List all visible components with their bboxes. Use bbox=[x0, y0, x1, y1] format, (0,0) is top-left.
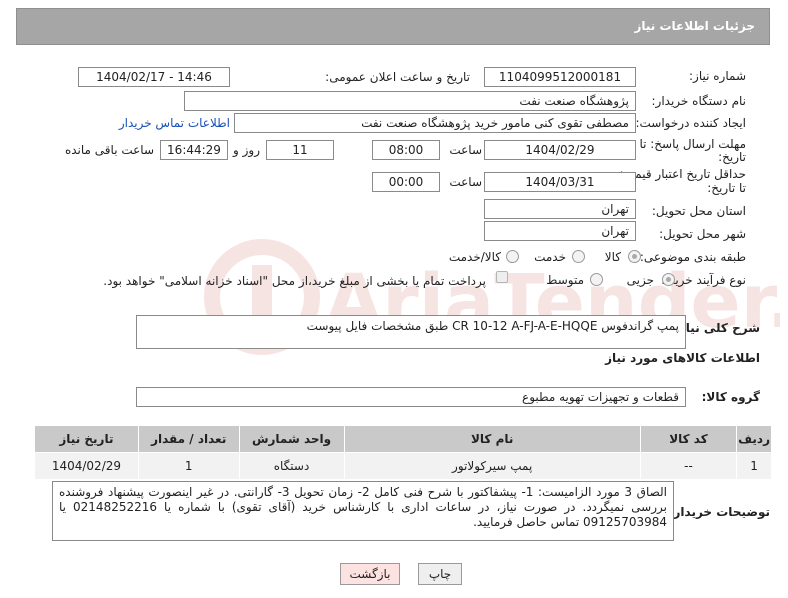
page-title: جزئیات اطلاعات نیاز bbox=[634, 19, 755, 33]
deadline-time-field[interactable]: 08:00 bbox=[372, 140, 440, 160]
validity-label-line2: تا تاریخ: bbox=[707, 181, 746, 195]
announce-label: تاریخ و ساعت اعلان عمومی: bbox=[325, 70, 470, 84]
goods-group-field[interactable]: قطعات و تجهیزات تهویه مطبوع bbox=[136, 387, 686, 407]
deadline-label-line1: مهلت ارسال پاسخ: تا bbox=[639, 137, 746, 151]
need-number-field[interactable]: 1104099512000181 bbox=[484, 67, 636, 87]
category-radio-goods[interactable] bbox=[628, 250, 641, 263]
print-button[interactable]: چاپ bbox=[418, 563, 462, 585]
col-goods-code: کد کالا bbox=[639, 425, 738, 453]
goods-table: ردیف کد کالا نام کالا واحد شمارش تعداد /… bbox=[34, 425, 772, 480]
col-quantity: تعداد / مقدار bbox=[137, 425, 240, 453]
validity-date-field[interactable]: 1404/03/31 bbox=[484, 172, 636, 192]
requester-field[interactable]: مصطفی تقوی کنی مامور خرید پژوهشگاه صنعت … bbox=[234, 113, 636, 133]
cell-quantity: 1 bbox=[137, 452, 240, 480]
cell-goods-name: پمپ سیرکولاتور bbox=[343, 452, 641, 480]
validity-time-field[interactable]: 00:00 bbox=[372, 172, 440, 192]
col-goods-name: نام کالا bbox=[343, 425, 641, 453]
buyer-org-field[interactable]: پژوهشگاه صنعت نفت bbox=[184, 91, 636, 111]
deadline-days-field[interactable]: 11 bbox=[266, 140, 334, 160]
category-option-goods-service: کالا/خدمت bbox=[448, 250, 501, 264]
deadline-days-label: روز و bbox=[233, 143, 260, 157]
process-option-minor: جزیی bbox=[626, 273, 654, 287]
buyer-notes-field[interactable]: الصاق 3 مورد الزامیست: 1- پیشفاکتور با ش… bbox=[52, 481, 674, 541]
col-row-number: ردیف bbox=[736, 425, 772, 453]
announce-field[interactable]: 1404/02/17 - 14:46 bbox=[78, 67, 230, 87]
process-radio-medium[interactable] bbox=[590, 273, 603, 286]
validity-time-label: ساعت bbox=[449, 175, 482, 189]
process-option-medium: متوسط bbox=[546, 273, 584, 287]
treasury-payment-checkbox[interactable] bbox=[496, 271, 508, 283]
province-label: استان محل تحویل: bbox=[651, 204, 746, 218]
need-number-label: شماره نیاز: bbox=[689, 69, 746, 83]
deadline-label-line2: تاریخ: bbox=[718, 150, 746, 164]
deadline-time-label: ساعت bbox=[449, 143, 482, 157]
validity-label-line1: حداقل تاریخ اعتبار قیمت: bbox=[619, 167, 746, 181]
remaining-time-field[interactable]: 16:44:29 bbox=[160, 140, 228, 160]
goods-group-label: گروه کالا: bbox=[701, 390, 760, 404]
cell-goods-code: -- bbox=[639, 452, 738, 480]
deadline-date-field[interactable]: 1404/02/29 bbox=[484, 140, 636, 160]
back-button[interactable]: بازگشت bbox=[340, 563, 400, 585]
city-field[interactable]: تهران bbox=[484, 221, 636, 241]
col-need-date: تاریخ نیاز bbox=[34, 425, 139, 453]
process-radio-minor[interactable] bbox=[662, 273, 675, 286]
remaining-time-label: ساعت باقی مانده bbox=[64, 143, 154, 157]
table-row[interactable]: 1 -- پمپ سیرکولاتور دستگاه 1 1404/02/29 bbox=[34, 452, 772, 480]
requester-label: ایجاد کننده درخواست: bbox=[635, 116, 746, 130]
summary-label: شرح کلی نیاز: bbox=[674, 321, 760, 335]
treasury-payment-note: پرداخت تمام یا بخشی از مبلغ خرید،از محل … bbox=[103, 274, 486, 288]
city-label: شهر محل تحویل: bbox=[659, 227, 746, 241]
cell-unit: دستگاه bbox=[238, 452, 345, 480]
category-radio-goods-service[interactable] bbox=[506, 250, 519, 263]
category-label: طبقه بندی موضوعی: bbox=[639, 250, 746, 264]
category-option-service: خدمت bbox=[534, 250, 566, 264]
header-bar: جزئیات اطلاعات نیاز bbox=[16, 8, 770, 45]
summary-field[interactable]: پمپ گراندفوس CR 10-12 A-FJ-A-E-HQQE طبق … bbox=[136, 315, 686, 349]
category-radio-service[interactable] bbox=[572, 250, 585, 263]
cell-need-date: 1404/02/29 bbox=[34, 452, 139, 480]
col-unit: واحد شمارش bbox=[238, 425, 345, 453]
goods-table-header: ردیف کد کالا نام کالا واحد شمارش تعداد /… bbox=[34, 425, 772, 453]
buyer-notes-label: توضیحات خریدار: bbox=[668, 505, 770, 519]
buyer-org-label: نام دستگاه خریدار: bbox=[651, 94, 747, 108]
buyer-contact-link[interactable]: اطلاعات تماس خریدار bbox=[119, 116, 230, 130]
goods-section-title: اطلاعات کالاهای مورد نیاز bbox=[605, 351, 760, 365]
category-option-goods: کالا bbox=[604, 250, 621, 264]
province-field[interactable]: تهران bbox=[484, 199, 636, 219]
cell-row-number: 1 bbox=[736, 452, 772, 480]
